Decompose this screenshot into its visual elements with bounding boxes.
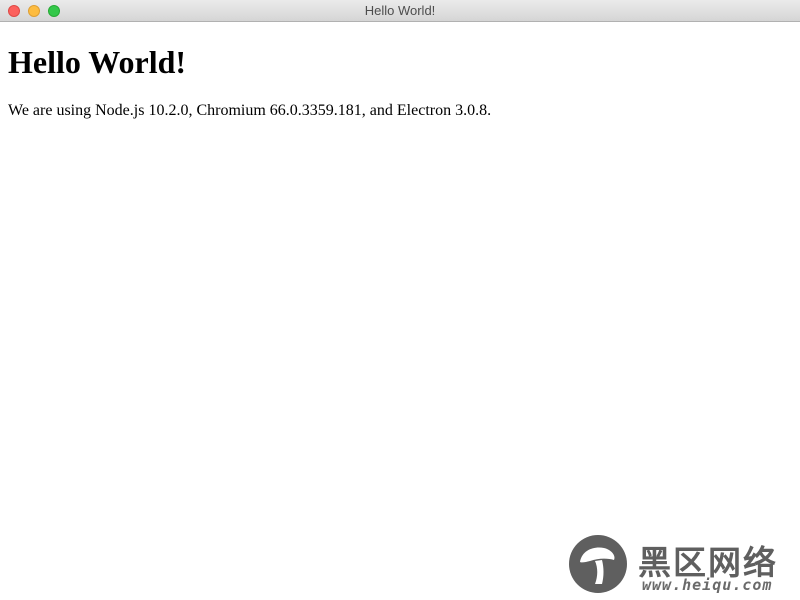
version-info-text: We are using Node.js 10.2.0, Chromium 66… bbox=[8, 102, 492, 119]
page-content: Hello World! We are using Node.js 10.2.0… bbox=[0, 23, 800, 600]
title-bar[interactable]: Hello World! bbox=[0, 0, 800, 22]
window-title: Hello World! bbox=[364, 3, 436, 18]
app-window: Hello World! Hello World! We are using N… bbox=[0, 0, 800, 600]
page-heading: Hello World! bbox=[8, 44, 187, 80]
